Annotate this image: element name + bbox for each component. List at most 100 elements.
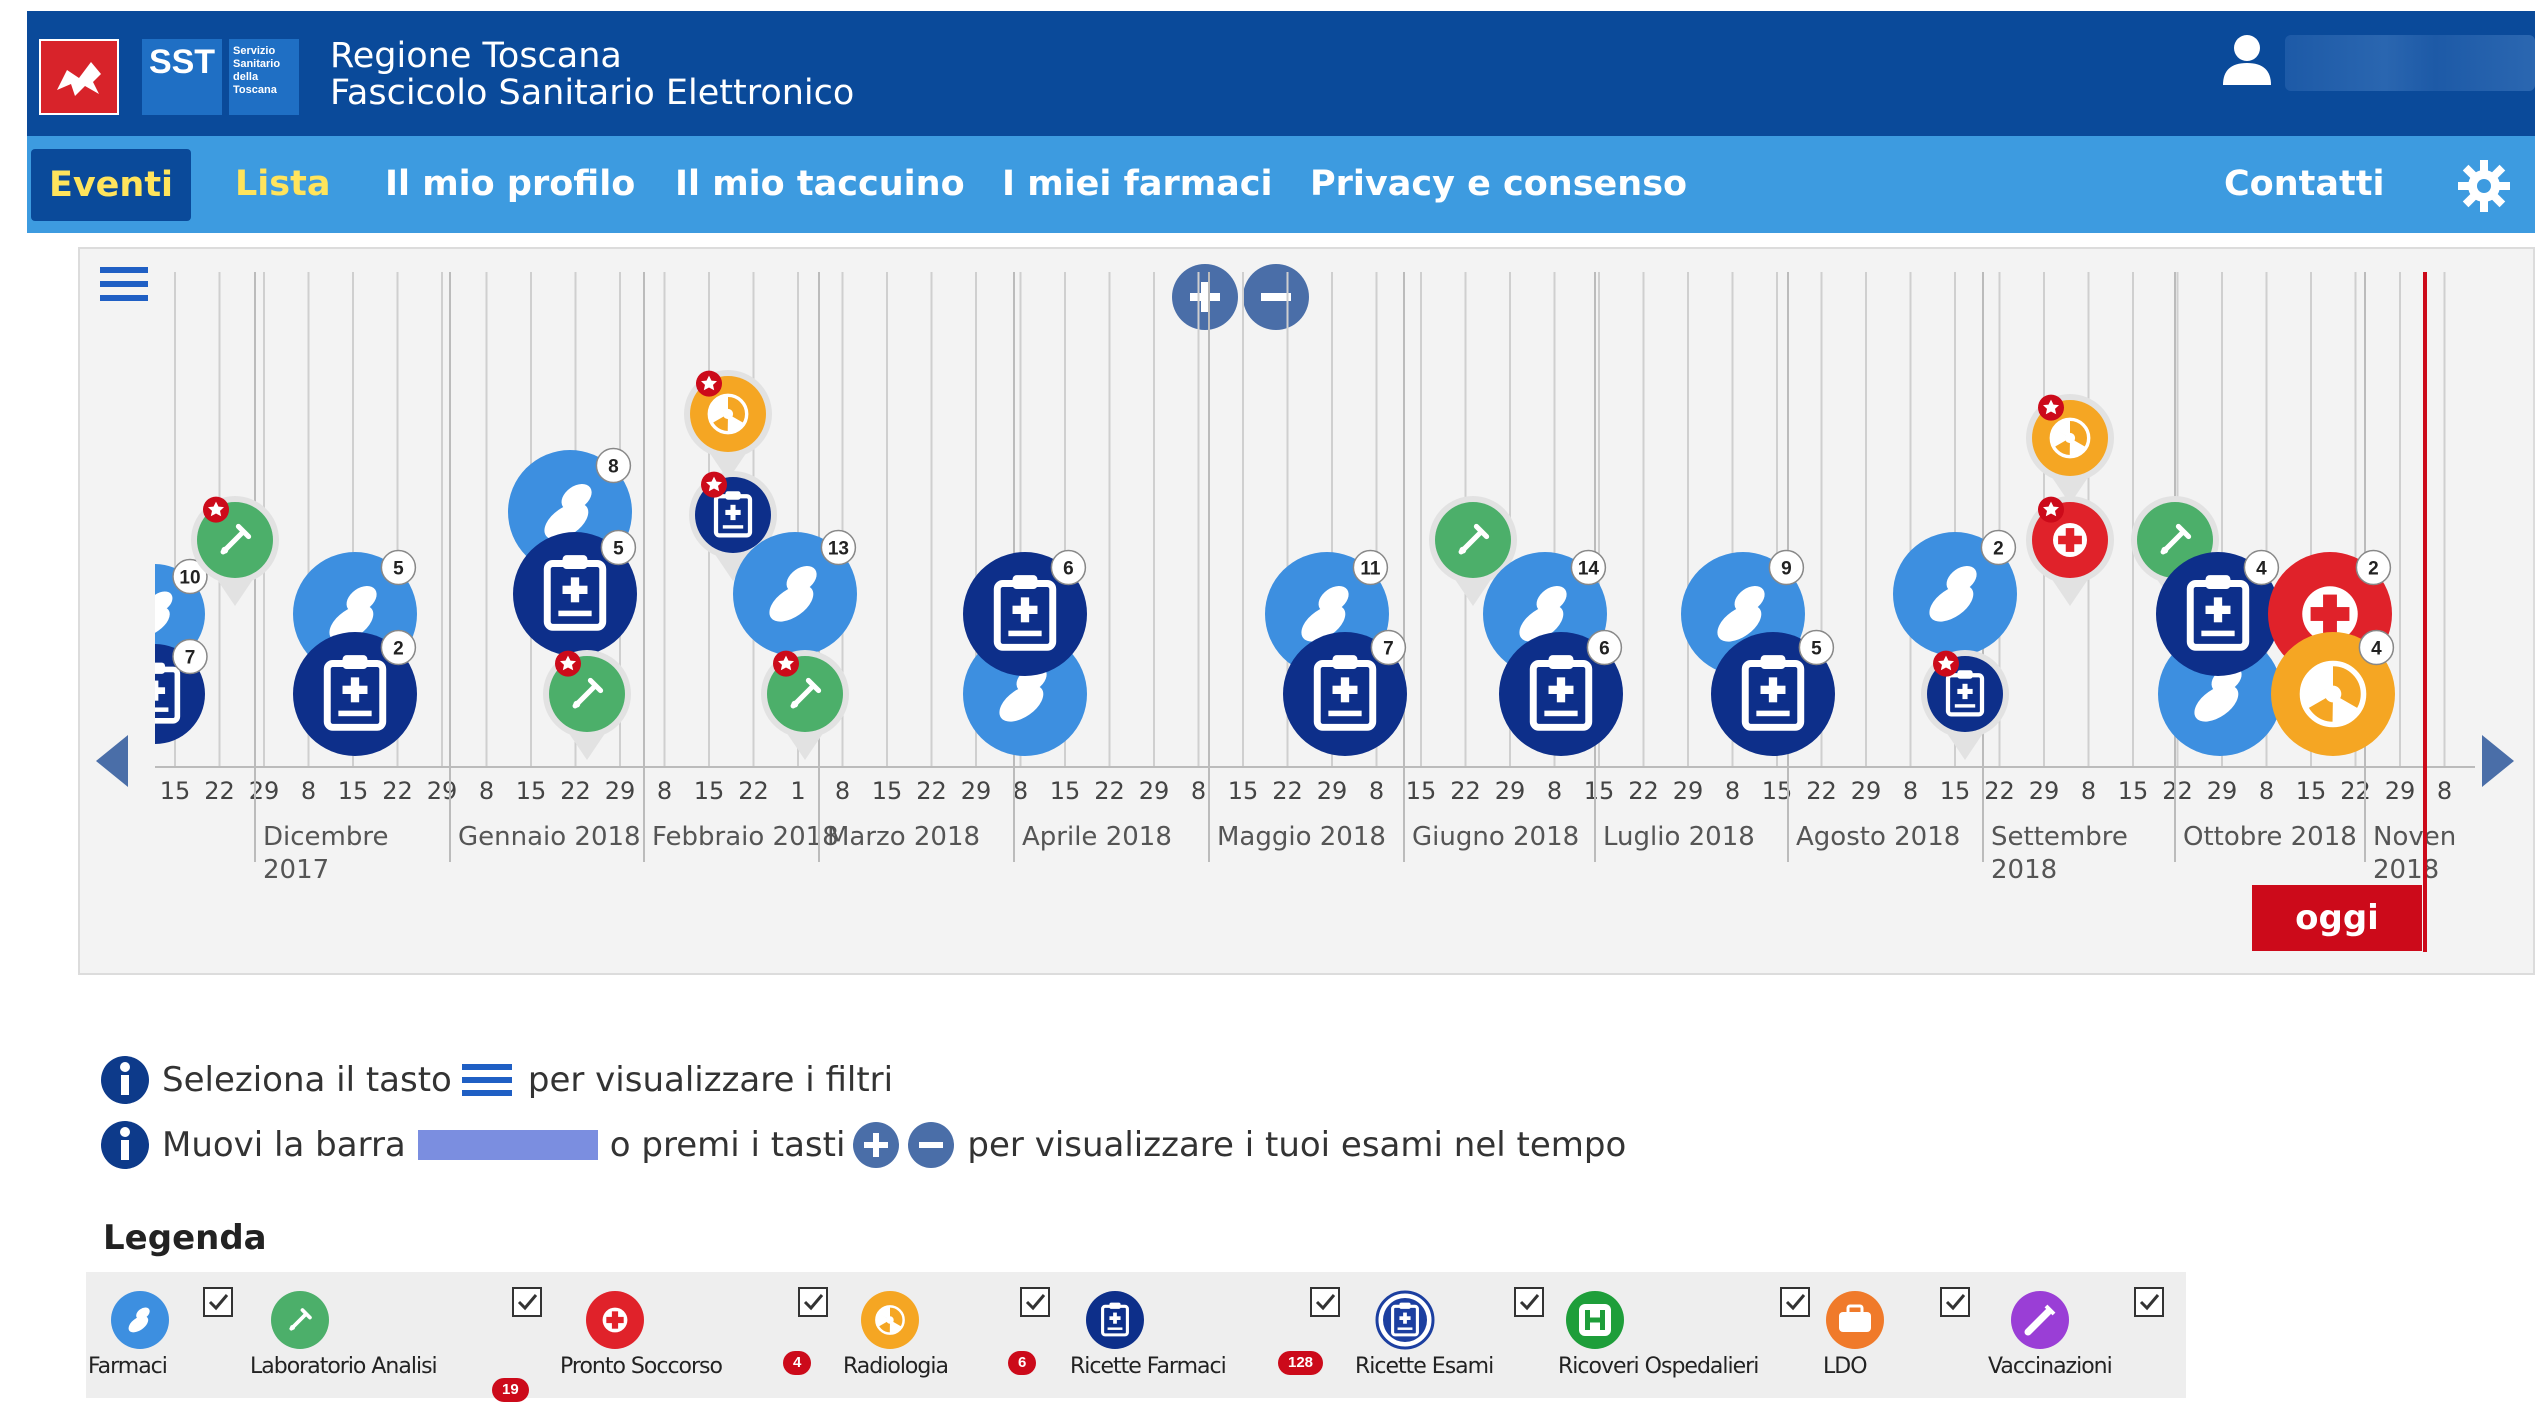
week-tick-label: 8 — [657, 777, 672, 805]
month-label: Gennaio 2018 — [458, 822, 641, 852]
week-tick-label: 22 — [916, 777, 947, 805]
week-tick-label: 1 — [790, 777, 805, 805]
week-tick-label: 8 — [1191, 777, 1206, 805]
farmaci-event-marker[interactable]: 2 — [1893, 529, 2017, 657]
legend-icon-9 — [2010, 1290, 2070, 1355]
legend-icon-3 — [585, 1290, 645, 1355]
app-title-line2: Fascicolo Sanitario Elettronico — [330, 73, 855, 113]
tab-privacy-e-consenso[interactable]: Privacy e consenso — [1310, 136, 1687, 233]
week-tick-label: 8 — [2437, 777, 2452, 805]
count-badge-label: 10 — [179, 568, 200, 589]
week-tick-label: 15 — [1228, 777, 1259, 805]
legend-count-badge: 6 — [1008, 1351, 1037, 1375]
legend-label-3: Pronto Soccorso — [560, 1354, 723, 1379]
week-tick-label: 22 — [1984, 777, 2015, 805]
count-badge-label: 6 — [1599, 639, 1610, 660]
tab-il-mio-profilo[interactable]: Il mio profilo — [385, 136, 635, 233]
tab-il-mio-taccuino[interactable]: Il mio taccuino — [675, 136, 965, 233]
week-tick-label: 29 — [2385, 777, 2416, 805]
week-tick-label: 15 — [1050, 777, 1081, 805]
week-tick-label: 15 — [872, 777, 903, 805]
gear-icon[interactable] — [2457, 159, 2511, 213]
legend-label-6: Ricette Esami — [1355, 1354, 1494, 1379]
legend-filter-checkbox[interactable] — [1310, 1287, 1340, 1317]
laboratorio-event-marker[interactable] — [543, 650, 631, 760]
legend-label-4: Radiologia — [843, 1354, 949, 1379]
week-tick-label: 22 — [1094, 777, 1125, 805]
count-badge-label: 5 — [393, 559, 404, 580]
week-tick-label: 29 — [1495, 777, 1526, 805]
pronto-soccorso-event-marker[interactable] — [2026, 496, 2114, 606]
week-tick-label: 15 — [516, 777, 547, 805]
legend-filter-checkbox[interactable] — [2134, 1287, 2164, 1317]
contatti-link[interactable]: Contatti — [2224, 136, 2384, 233]
app-title-line1: Regione Toscana — [330, 36, 622, 76]
tab-lista[interactable]: Lista — [235, 136, 330, 233]
ricette-farmaci-event-marker[interactable] — [1921, 650, 2009, 760]
info-line2-mid: o premi i tasti — [609, 1125, 846, 1165]
legend-filter-checkbox[interactable] — [1780, 1287, 1810, 1317]
count-badge-label: 5 — [613, 539, 624, 560]
legend-count-badge: 19 — [492, 1378, 529, 1402]
radiologia-event-marker[interactable] — [684, 370, 772, 480]
legend-label-8: LDO — [1823, 1354, 1868, 1379]
week-tick-label: 8 — [1725, 777, 1740, 805]
laboratorio-event-marker[interactable] — [191, 496, 279, 606]
count-badge-label: 7 — [1383, 639, 1394, 660]
legend-label-2: Laboratorio Analisi — [250, 1354, 438, 1379]
info-icon — [101, 1056, 149, 1104]
legend-filter-checkbox[interactable] — [203, 1287, 233, 1317]
week-tick-label: 22 — [2340, 777, 2371, 805]
timeline-canvas[interactable]: 15 22 29 8 15 22 29 8 15 22 29 8 15 22 1 8 15 22 29 8 15 22 29… — [155, 262, 2475, 902]
tab-eventi[interactable]: Eventi — [31, 149, 191, 221]
week-tick-label: 29 — [961, 777, 992, 805]
month-label: Giugno 2018 — [1412, 822, 1579, 852]
legend-filter-checkbox[interactable] — [1514, 1287, 1544, 1317]
week-tick-label: 29 — [1673, 777, 1704, 805]
week-tick-label: 22 — [1450, 777, 1481, 805]
today-marker — [2423, 272, 2427, 952]
sst-logo-text: SST — [148, 43, 216, 81]
count-badge-label: 8 — [608, 457, 619, 478]
legend-icon-6 — [1375, 1290, 1435, 1355]
legend-filter-checkbox[interactable] — [798, 1287, 828, 1317]
week-tick-label: 8 — [1547, 777, 1562, 805]
week-tick-label: 15 — [694, 777, 725, 805]
count-badge-label: 2 — [393, 639, 404, 660]
radiologia-event-marker[interactable] — [2026, 394, 2114, 504]
laboratorio-event-marker[interactable] — [761, 650, 849, 760]
oggi-button[interactable]: oggi — [2252, 885, 2422, 951]
user-icon[interactable] — [2219, 31, 2275, 87]
week-tick-label: 8 — [479, 777, 494, 805]
week-tick-label: 15 — [1406, 777, 1437, 805]
regione-toscana-logo — [39, 39, 119, 115]
month-label: Dicembre — [263, 822, 388, 852]
week-tick-label: 8 — [301, 777, 316, 805]
user-name-redacted[interactable] — [2285, 35, 2535, 91]
count-badge-label: 13 — [828, 539, 849, 560]
week-tick-label: 15 — [2118, 777, 2149, 805]
legend-label-1: Farmaci — [88, 1354, 168, 1379]
count-badge-label: 7 — [185, 648, 196, 669]
count-badge-label: 4 — [2371, 639, 2382, 660]
info-icon — [101, 1121, 149, 1169]
app-title: Regione Toscana Fascicolo Sanitario Elet… — [330, 38, 854, 112]
month-label: Agosto 2018 — [1796, 822, 1960, 852]
timeline-next-arrow[interactable] — [2478, 733, 2518, 789]
filter-menu-icon[interactable] — [100, 265, 150, 303]
info-line1-post: per visualizzare i filtri — [527, 1060, 894, 1100]
legend-filter-checkbox[interactable] — [512, 1287, 542, 1317]
sst-logo: SST — [142, 39, 222, 115]
week-tick-label: 29 — [605, 777, 636, 805]
ricette-farmaci-event-marker[interactable]: 7 — [155, 638, 208, 745]
week-tick-label: 29 — [249, 777, 280, 805]
legend-filter-checkbox[interactable] — [1020, 1287, 1050, 1317]
legend-filter-checkbox[interactable] — [1940, 1287, 1970, 1317]
timeline-prev-arrow[interactable] — [92, 733, 132, 789]
ricette-farmaci-event-marker[interactable]: 6 — [963, 549, 1087, 677]
info-line2-post: per visualizzare i tuoi esami nel tempo — [967, 1125, 1627, 1165]
count-badge-label: 6 — [1063, 559, 1074, 580]
week-tick-label: 22 — [382, 777, 413, 805]
legend-label-9: Vaccinazioni — [1988, 1354, 2113, 1379]
tab-i-miei-farmaci[interactable]: I miei farmaci — [1002, 136, 1273, 233]
